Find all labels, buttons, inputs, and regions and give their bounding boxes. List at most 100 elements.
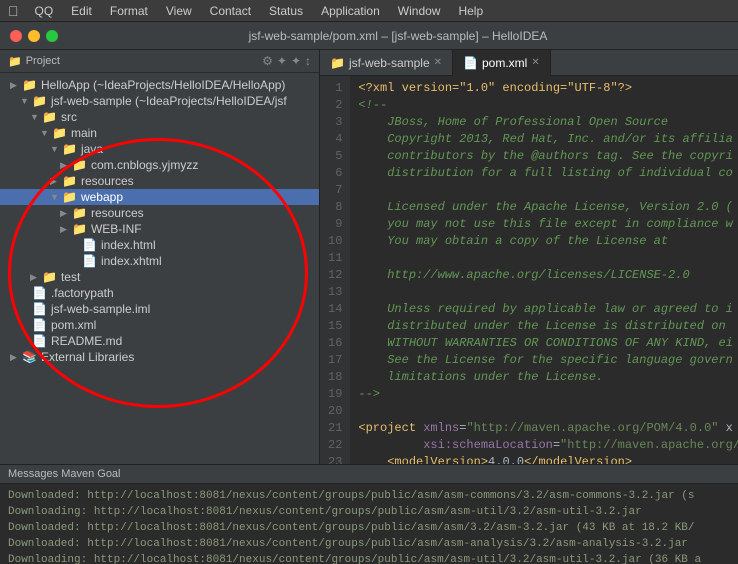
menubar:  QQ Edit Format View Contact Status App…: [0, 0, 738, 22]
item-label: pom.xml: [51, 318, 96, 332]
xml-icon: 📄: [32, 318, 47, 332]
log-line: Downloading: http://localhost:8081/nexus…: [8, 504, 730, 520]
sidebar-header: 📁 Project ⚙ ✦ ✦ ↕: [0, 50, 319, 73]
folder-icon: 📁: [62, 190, 77, 204]
code-line: [358, 403, 730, 420]
bottom-header: Messages Maven Goal: [0, 465, 738, 484]
item-label: main: [71, 126, 97, 140]
list-item[interactable]: ▶ 📄 .factorypath: [0, 285, 319, 301]
list-item[interactable]: ▼ 📁 main: [0, 125, 319, 141]
expand-icon: ▶: [10, 352, 20, 363]
list-item[interactable]: ▶ 📁 HelloApp (~IdeaProjects/HelloIDEA/He…: [0, 77, 319, 93]
list-item[interactable]: ▶ 📁 test: [0, 269, 319, 285]
folder-icon: 📁: [32, 94, 47, 108]
log-line: Downloaded: http://localhost:8081/nexus/…: [8, 488, 730, 504]
list-item[interactable]: ▶ 📄 index.html: [0, 237, 319, 253]
maximize-button[interactable]: [46, 30, 58, 42]
menu-status[interactable]: Status: [261, 2, 311, 20]
list-item[interactable]: ▶ 📁 com.cnblogs.yjmyzz: [0, 157, 319, 173]
folder-icon: 📁: [62, 174, 77, 188]
item-label: jsf-web-sample.iml: [51, 302, 150, 316]
code-line: <modelVersion>4.0.0</modelVersion>: [358, 454, 730, 464]
code-line: you may not use this file except in comp…: [358, 216, 730, 233]
expand-icon: ▶: [10, 80, 20, 91]
list-item[interactable]: ▶ 📄 README.md: [0, 333, 319, 349]
list-item[interactable]: ▶ 📄 index.xhtml: [0, 253, 319, 269]
bottom-content[interactable]: Downloaded: http://localhost:8081/nexus/…: [0, 484, 738, 564]
log-line: Downloaded: http://localhost:8081/nexus/…: [8, 536, 730, 552]
list-item[interactable]: ▼ 📁 jsf-web-sample (~IdeaProjects/HelloI…: [0, 93, 319, 109]
close-button[interactable]: [10, 30, 22, 42]
apple-menu[interactable]: : [8, 3, 19, 19]
log-line: Downloading: http://localhost:8081/nexus…: [8, 552, 730, 564]
code-area: 12345 678910 1112131415 1617181920 21222…: [320, 76, 738, 464]
titlebar: jsf-web-sample/pom.xml – [jsf-web-sample…: [0, 22, 738, 50]
window-controls: [10, 30, 58, 42]
item-label: External Libraries: [41, 350, 134, 364]
project-icon: 📁: [8, 55, 22, 68]
bottom-panel: Messages Maven Goal Downloaded: http://l…: [0, 464, 738, 564]
item-label: index.html: [101, 238, 156, 252]
expand-icon: ▶: [60, 208, 70, 219]
tab-icon: 📁: [330, 56, 345, 70]
expand-icon: ▶: [60, 224, 70, 235]
tab-pom-xml[interactable]: 📄 pom.xml ✕: [453, 50, 551, 76]
menu-help[interactable]: Help: [450, 2, 491, 20]
log-line: Downloaded: http://localhost:8081/nexus/…: [8, 520, 730, 536]
item-label: java: [81, 142, 103, 156]
code-line: WITHOUT WARRANTIES OR CONDITIONS OF ANY …: [358, 335, 730, 352]
tab-close-icon[interactable]: ✕: [531, 57, 539, 68]
item-label: webapp: [81, 190, 123, 204]
list-item[interactable]: ▼ 📁 src: [0, 109, 319, 125]
menu-qq[interactable]: QQ: [27, 2, 62, 20]
file-icon: 📄: [32, 334, 47, 348]
sync-icon[interactable]: ✦: [277, 54, 287, 68]
list-item[interactable]: ▶ 📁 WEB-INF: [0, 221, 319, 237]
list-item[interactable]: ▶ 📄 pom.xml: [0, 317, 319, 333]
tab-label: pom.xml: [482, 56, 527, 70]
menu-application[interactable]: Application: [313, 2, 388, 20]
menu-format[interactable]: Format: [102, 2, 156, 20]
folder-icon: 📁: [72, 158, 87, 172]
filter-icon[interactable]: ✦: [291, 54, 301, 68]
minimize-button[interactable]: [28, 30, 40, 42]
gear-icon[interactable]: ⚙: [262, 54, 273, 68]
code-line: [358, 182, 730, 199]
iml-icon: 📄: [32, 302, 47, 316]
item-label: README.md: [51, 334, 122, 348]
code-line: distribution for a full listing of indiv…: [358, 165, 730, 182]
xhtml-file-icon: 📄: [82, 254, 97, 268]
folder-icon: 📁: [72, 206, 87, 220]
code-line: You may obtain a copy of the License at: [358, 233, 730, 250]
list-item[interactable]: ▼ 📁 java: [0, 141, 319, 157]
editor-area: 📁 jsf-web-sample ✕ 📄 pom.xml ✕ 12345 678…: [320, 50, 738, 464]
item-label: index.xhtml: [101, 254, 162, 268]
menu-contact[interactable]: Contact: [202, 2, 259, 20]
item-label: com.cnblogs.yjmyzz: [91, 158, 198, 172]
list-item[interactable]: ▶ 📄 jsf-web-sample.iml: [0, 301, 319, 317]
tab-close-icon[interactable]: ✕: [434, 57, 442, 68]
menu-edit[interactable]: Edit: [63, 2, 100, 20]
code-line: <?xml version="1.0" encoding="UTF-8"?>: [358, 80, 730, 97]
tab-icon: 📄: [463, 56, 478, 70]
code-line: <project xmlns="http://maven.apache.org/…: [358, 420, 730, 437]
code-line: Licensed under the Apache License, Versi…: [358, 199, 730, 216]
code-line: See the License for the specific languag…: [358, 352, 730, 369]
item-label: resources: [91, 206, 144, 220]
item-label: jsf-web-sample (~IdeaProjects/HelloIDEA/…: [51, 94, 287, 108]
code-line: xsi:schemaLocation="http://maven.apache.…: [358, 437, 730, 454]
list-item[interactable]: ▶ 📁 resources: [0, 173, 319, 189]
code-line: distributed under the License is distrib…: [358, 318, 730, 335]
list-item[interactable]: ▶ 📚 External Libraries: [0, 349, 319, 365]
code-content[interactable]: <?xml version="1.0" encoding="UTF-8"?> <…: [350, 76, 738, 464]
menu-view[interactable]: View: [158, 2, 200, 20]
tab-jsf-web-sample[interactable]: 📁 jsf-web-sample ✕: [320, 50, 453, 76]
list-item[interactable]: ▼ 📁 webapp: [0, 189, 319, 205]
item-label: resources: [81, 174, 134, 188]
folder-icon: 📁: [52, 126, 67, 140]
sidebar: 📁 Project ⚙ ✦ ✦ ↕ ▶ 📁 HelloApp (~IdeaPro…: [0, 50, 320, 464]
menu-window[interactable]: Window: [390, 2, 449, 20]
sidebar-header-title: Project: [26, 55, 258, 67]
sort-icon[interactable]: ↕: [305, 54, 311, 68]
list-item[interactable]: ▶ 📁 resources: [0, 205, 319, 221]
